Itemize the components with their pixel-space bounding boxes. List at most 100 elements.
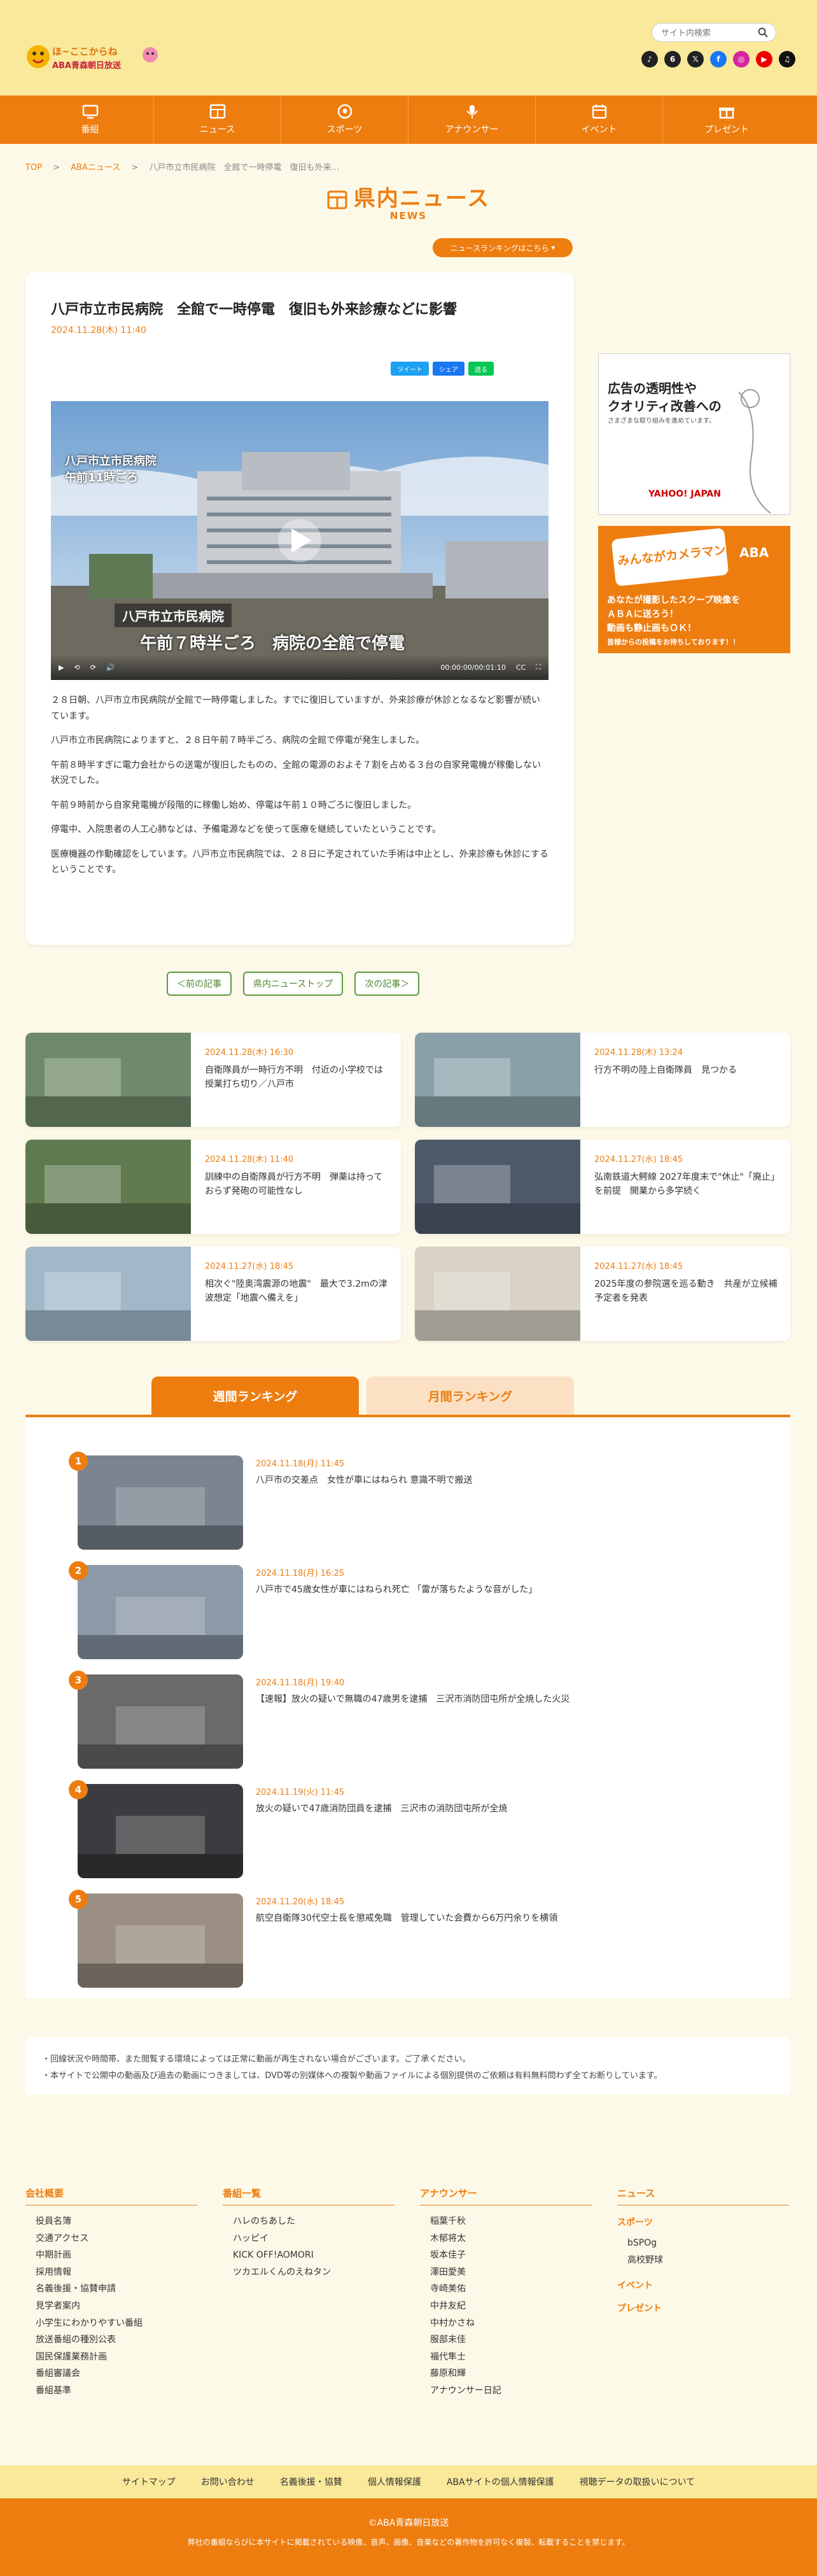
ranking-item[interactable]: 1 2024.11.18(月) 11:45 八戸市の交差点 女性が車にはねられ 意識…	[51, 1436, 751, 1550]
facebook-icon[interactable]: f	[710, 51, 727, 67]
rank-number-badge: 5	[69, 1890, 88, 1909]
share-button[interactable]: シェア	[433, 362, 464, 376]
notice-line: ・本サイトで公開中の動画及び過去の動画につきましては、DVD等の別媒体への複製や…	[42, 2071, 662, 2081]
ranking-item[interactable]: 3 2024.11.18(月) 19:40 【速報】放火の疑いで無職の47歳男を逮捕…	[51, 1655, 751, 1769]
footer-link[interactable]: bSPOg	[617, 2235, 789, 2252]
news-card[interactable]: 2024.11.28(木) 11:40 訓練中の自衛隊員が行方不明 弾薬は持ってお…	[25, 1140, 401, 1234]
footer-col-title[interactable]: 番組一覧	[223, 2186, 395, 2205]
article-paragraph: 午前９時前から自家発電機が段階的に稼働し始め、停電は午前１０時ごろに復旧しました…	[51, 800, 416, 810]
fullscreen-icon[interactable]: ⛶	[536, 663, 541, 672]
footer-link[interactable]: 坂本佳子	[420, 2247, 592, 2264]
footer-link[interactable]: 番組基準	[25, 2382, 197, 2400]
footer-link[interactable]: 小学生にわかりやすい番組	[25, 2315, 197, 2332]
nav-item-tv[interactable]: 番組	[27, 96, 154, 144]
search-input[interactable]	[661, 27, 757, 39]
footer-link[interactable]: 採用情報	[25, 2264, 197, 2281]
video-player[interactable]: 八戸市立市民病院 午前11時ごろ 八戸市立市民病院 午前７時半ごろ 病院の全館で…	[51, 401, 548, 680]
footer-link[interactable]: 番組審議会	[25, 2365, 197, 2382]
footer-subtitle-events[interactable]: イベント	[617, 2279, 789, 2291]
nav-item-news[interactable]: ニュース	[154, 96, 281, 144]
footer-bar-link[interactable]: お問い合わせ	[201, 2475, 255, 2488]
breadcrumb-top[interactable]: TOP	[25, 163, 42, 173]
footer-bar-link[interactable]: 視聴データの取扱いについて	[580, 2475, 695, 2488]
footer-subtitle-presents[interactable]: プレゼント	[617, 2302, 789, 2314]
tab-weekly-ranking[interactable]: 週間ランキング	[151, 1376, 359, 1415]
footer-link[interactable]: 役員名簿	[25, 2213, 197, 2230]
footer-col-title[interactable]: アナウンサー	[420, 2186, 592, 2205]
ranking-item[interactable]: 4 2024.11.19(火) 11:45 放火の疑いで47歳消防団員を逮捕 三沢市…	[51, 1765, 751, 1878]
ranking-item[interactable]: 2 2024.11.18(月) 16:25 八戸市で45歳女性が車にはねられ死亡 「…	[51, 1546, 751, 1659]
footer-link[interactable]: アナウンサー日記	[420, 2382, 592, 2400]
nav-item-ball[interactable]: スポーツ	[281, 96, 408, 144]
play-button[interactable]: ▶	[59, 663, 64, 672]
6-icon[interactable]: 6	[664, 51, 681, 67]
tiktok2-icon[interactable]: ♫	[779, 51, 795, 67]
ad2-line4: 皆様からの投稿をお待ちしております！！	[607, 638, 740, 646]
ad-banner-yahoo[interactable]: 広告の透明性や クオリティ改善への さまざまな取り組みを進めています。 YAHO…	[598, 353, 790, 515]
footer-link[interactable]: 木郁将太	[420, 2230, 592, 2247]
ranking-thumbnail	[78, 1674, 243, 1769]
footer-link[interactable]: 交通アクセス	[25, 2230, 197, 2247]
footer-link[interactable]: 服部未佳	[420, 2332, 592, 2349]
footer-link[interactable]: ハッピイ	[223, 2230, 395, 2247]
volume-icon[interactable]: 🔊	[106, 663, 115, 672]
tiktok-icon[interactable]: ♪	[641, 51, 658, 67]
footer-link[interactable]: 中村かさね	[420, 2315, 592, 2332]
site-search[interactable]	[652, 23, 776, 42]
footer-col-news: ニュース スポーツ bSPOg 高校野球 イベント プレゼント	[617, 2186, 789, 2321]
nav-item-calendar[interactable]: イベント	[536, 96, 663, 144]
footer-link[interactable]: 名義後援・協賛申請	[25, 2281, 197, 2298]
nav-item-mic[interactable]: アナウンサー	[408, 96, 536, 144]
footer-link[interactable]: 高校野球	[617, 2252, 789, 2269]
ad-banner-camera[interactable]: みんながカメラマン ABA あなたが撮影したスクープ映像を ＡＢＡに送ろう！ 動…	[598, 526, 790, 653]
news-card[interactable]: 2024.11.27(水) 18:45 2025年度の参院選を巡る動き 共産が立候…	[415, 1247, 790, 1341]
x-icon[interactable]: 𝕏	[687, 51, 704, 67]
footer-col-title[interactable]: ニュース	[617, 2186, 789, 2205]
footer-link[interactable]: KICK OFF!AOMORI	[223, 2247, 395, 2264]
ad1-brand: YAHOO! JAPAN	[648, 489, 721, 499]
footer-link[interactable]: 中期計画	[25, 2247, 197, 2264]
news-card[interactable]: 2024.11.27(水) 18:45 相次ぐ"陸奥湾震源の地震" 最大で3.2m…	[25, 1247, 401, 1341]
footer-link[interactable]: 澤田愛美	[420, 2264, 592, 2281]
rewind-button[interactable]: ⟲	[74, 663, 80, 672]
footer-bar-link[interactable]: 個人情報保護	[368, 2475, 421, 2488]
footer-bar-link[interactable]: 名義後援・協賛	[280, 2475, 342, 2488]
footer-link[interactable]: 放送番組の種別公表	[25, 2332, 197, 2349]
news-top-button[interactable]: 県内ニューストップ	[243, 972, 344, 996]
video-notice: ・回線状況や時間帯、また閲覧する環境によっては正常に動画が再生されない場合がござ…	[25, 2037, 790, 2095]
breadcrumb-news[interactable]: ABAニュース	[71, 163, 120, 173]
footer-link[interactable]: ツカエルくんのえねタン	[223, 2264, 395, 2281]
news-card[interactable]: 2024.11.28(木) 16:30 自衛隊員が一時行方不明 付近の小学校では授…	[25, 1033, 401, 1127]
youtube-icon[interactable]: ▶	[756, 51, 772, 67]
footer-subtitle-sports[interactable]: スポーツ	[617, 2216, 789, 2228]
footer-link[interactable]: 福代隼士	[420, 2349, 592, 2366]
news-card[interactable]: 2024.11.28(木) 13:24 行方不明の陸上自衛隊員 見つかる	[415, 1033, 790, 1127]
nav-item-gift[interactable]: プレゼント	[663, 96, 790, 144]
footer-link[interactable]: 国民保護業務計画	[25, 2349, 197, 2366]
instagram-icon[interactable]: ◎	[733, 51, 750, 67]
footer-link[interactable]: ハレのちあした	[223, 2213, 395, 2230]
footer-link[interactable]: 見学者案内	[25, 2298, 197, 2315]
footer-link[interactable]: 中井友紀	[420, 2298, 592, 2315]
footer-link[interactable]: 稲葉千秋	[420, 2213, 592, 2230]
footer-link[interactable]: 寺崎美佑	[420, 2281, 592, 2298]
share-button[interactable]: 送る	[468, 362, 494, 376]
footer-col-title[interactable]: 会社概要	[25, 2186, 197, 2205]
notice-line: ・回線状況や時間帯、また閲覧する環境によっては正常に動画が再生されない場合がござ…	[42, 2055, 471, 2064]
footer-link[interactable]: 藤原和輝	[420, 2365, 592, 2382]
footer-bar-link[interactable]: サイトマップ	[122, 2475, 176, 2488]
forward-button[interactable]: ⟳	[90, 663, 96, 672]
news-ranking-button[interactable]: ニュースランキングはこちら ▾	[433, 238, 573, 257]
prev-article-button[interactable]: ＜前の記事	[167, 972, 232, 996]
captions-button[interactable]: CC	[516, 663, 526, 672]
footer-bar-link[interactable]: ABAサイトの個人情報保護	[447, 2475, 554, 2488]
ad2-brand: ABA	[739, 545, 769, 560]
ranking-title: 放火の疑いで47歳消防団員を逮捕 三沢市の消防団屯所が全焼	[256, 1804, 508, 1814]
next-article-button[interactable]: 次の記事＞	[354, 972, 420, 996]
ranking-item[interactable]: 5 2024.11.20(水) 18:45 航空自衛隊30代空士長を懲戒免職 管理し…	[51, 1874, 751, 1988]
share-button[interactable]: ツイート	[391, 362, 429, 376]
news-thumbnail	[415, 1140, 580, 1234]
tab-monthly-ranking[interactable]: 月間ランキング	[367, 1376, 574, 1415]
search-icon[interactable]	[758, 27, 768, 38]
news-card[interactable]: 2024.11.27(水) 18:45 弘南鉄道大鰐線 2027年度末で"休止"「…	[415, 1140, 790, 1234]
